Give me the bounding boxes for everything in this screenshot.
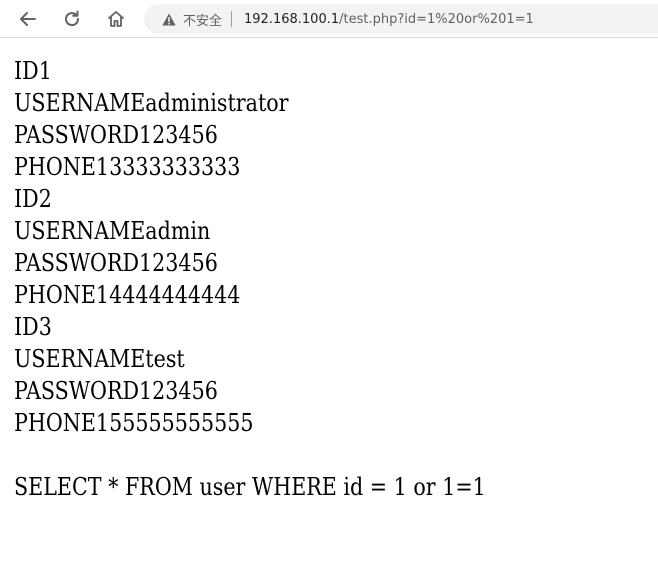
warning-triangle-icon[interactable] (162, 12, 176, 26)
url-host: 192.168.100.1 (244, 11, 340, 27)
browser-toolbar: 不安全 192.168.100.1/test.php?id=1%20or%201… (0, 0, 658, 38)
record-username: USERNAMEtest (14, 345, 185, 373)
url-text[interactable]: 192.168.100.1/test.php?id=1%20or%201=1 (244, 12, 534, 27)
home-icon[interactable] (102, 5, 130, 33)
record-phone: PHONE155555555555 (14, 409, 254, 437)
record: ID1 USERNAMEadministrator PASSWORD123456… (14, 55, 486, 183)
record-username: USERNAMEadmin (14, 217, 211, 245)
page-content: ID1 USERNAMEadministrator PASSWORD123456… (14, 55, 486, 503)
sql-query: SELECT * FROM user WHERE id = 1 or 1=1 (14, 473, 486, 501)
record: ID3 USERNAMEtest PASSWORD123456 PHONE155… (14, 311, 486, 439)
record-id: ID3 (14, 313, 52, 341)
reload-icon[interactable] (58, 5, 86, 33)
record-id: ID2 (14, 185, 52, 213)
record: ID2 USERNAMEadmin PASSWORD123456 PHONE14… (14, 183, 486, 311)
url-path: /test.php?id=1%20or%201=1 (339, 11, 534, 27)
record-phone: PHONE13333333333 (14, 153, 241, 181)
address-divider (231, 11, 233, 27)
record-password: PASSWORD123456 (14, 249, 218, 277)
record-phone: PHONE14444444444 (14, 281, 241, 309)
address-bar[interactable]: 不安全 192.168.100.1/test.php?id=1%20or%201… (144, 4, 658, 34)
record-password: PASSWORD123456 (14, 377, 218, 405)
record-id: ID1 (14, 57, 52, 85)
back-arrow-icon[interactable] (14, 5, 42, 33)
record-username: USERNAMEadministrator (14, 89, 289, 117)
security-label[interactable]: 不安全 (183, 10, 222, 29)
record-password: PASSWORD123456 (14, 121, 218, 149)
